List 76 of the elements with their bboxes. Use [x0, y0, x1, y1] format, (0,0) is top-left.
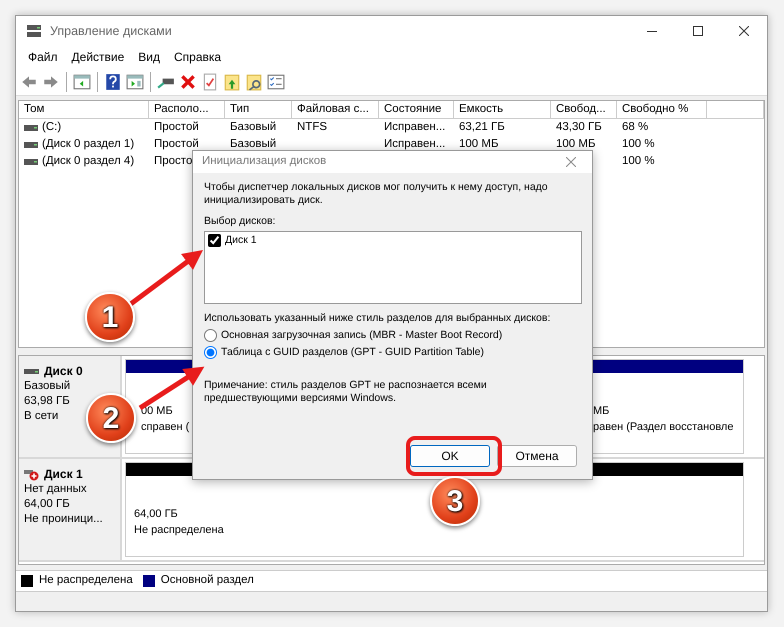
table-cell: Базовый	[230, 121, 276, 133]
dialog-message: Чтобы диспетчер локальных дисков мог получить к нему доступ, надо инициализировать диск.	[204, 181, 549, 207]
disk-app-icon	[26, 24, 42, 38]
table-cell: Просто	[154, 155, 192, 167]
close-icon[interactable]	[739, 26, 749, 36]
disk-info: Не проиници...	[24, 512, 103, 527]
radio-button[interactable]	[204, 346, 217, 359]
partition-block[interactable]: МБ равен (Раздел восстановле	[590, 359, 744, 454]
list-item[interactable]: Диск 1	[225, 234, 257, 247]
table-cell: 63,21 ГБ	[459, 121, 505, 133]
partition-size: 64,00 ГБ	[134, 507, 179, 522]
radio-label[interactable]: Основная загрузочная запись (MBR - Master Boot Record)	[221, 329, 502, 342]
drive-icon	[24, 140, 38, 148]
dialog-title: Инициализация дисков	[202, 154, 326, 170]
column-header[interactable]: Емкость	[454, 101, 551, 118]
legend-label: Основной раздел	[160, 573, 254, 588]
table-cell: 100 %	[622, 155, 655, 167]
column-header[interactable]: Том	[19, 101, 149, 118]
disk-info: 63,98 ГБ	[24, 394, 70, 409]
disk-info: Базовый	[24, 379, 70, 394]
column-header[interactable]: Состояние	[379, 101, 454, 118]
legend-label: Не распределена	[39, 573, 133, 588]
column-header[interactable]: Тип	[225, 101, 292, 118]
disk-info: Нет данных	[24, 482, 87, 497]
option-label: Использовать указанный ниже стиль разделов для выбранных дисков:	[204, 312, 552, 325]
column-header[interactable]: Файловая с...	[292, 101, 379, 118]
field-label: Выбор дисков:	[204, 215, 276, 228]
menu-item[interactable]: Действие	[66, 48, 130, 66]
column-header[interactable]: Свободно %	[617, 101, 707, 118]
action-pane-icon[interactable]	[126, 72, 144, 90]
partition-status: равен (Раздел восстановле	[593, 420, 734, 435]
radio-button[interactable]	[204, 329, 217, 342]
table-cell: 100 МБ	[459, 138, 499, 150]
table-cell: 100 МБ	[556, 138, 596, 150]
disk-name: Диск 1	[44, 467, 83, 482]
note-text: Примечание: стиль разделов GPT не распознается всеми предшествующими версиями Windows.	[204, 379, 488, 405]
table-cell-text: (Диск 0 раздел 1)	[42, 137, 134, 152]
drive-icon	[24, 158, 38, 166]
checkbox[interactable]	[208, 234, 221, 247]
partition-size: МБ	[593, 404, 610, 419]
drive-icon	[24, 124, 38, 132]
table-cell-text: (C:)	[42, 120, 62, 135]
menu-item[interactable]: Вид	[132, 48, 166, 66]
disk-info: 64,00 ГБ	[24, 497, 70, 512]
table-cell: NTFS	[297, 121, 328, 133]
table-cell: Базовый	[230, 138, 276, 150]
disk-info: В сети	[24, 409, 58, 424]
table-cell: 100 %	[622, 138, 655, 150]
maximize-icon[interactable]	[693, 26, 703, 36]
folder-up-icon[interactable]	[223, 72, 241, 90]
menu-item[interactable]: Файл	[22, 48, 64, 66]
table-cell-text: (Диск 0 раздел 4)	[42, 154, 134, 169]
disk-list[interactable]: Диск 1	[204, 231, 582, 304]
disk-name: Диск 0	[44, 364, 83, 379]
table-cell: 68 %	[622, 121, 648, 133]
menu-item[interactable]: Справка	[168, 48, 228, 66]
column-header[interactable]: Свобод...	[551, 101, 617, 118]
checklist-icon[interactable]	[267, 72, 285, 90]
table-cell: Простой	[154, 138, 199, 150]
minimize-icon[interactable]	[647, 30, 657, 32]
console-tree-icon[interactable]	[73, 72, 91, 90]
column-header[interactable]: Располо...	[149, 101, 225, 118]
partition-status: Не распределена	[134, 523, 225, 538]
cancel-button[interactable]: Отмена	[497, 445, 577, 467]
ok-button[interactable]: OK	[410, 445, 490, 467]
table-cell: Исправен...	[384, 138, 446, 150]
delete-icon[interactable]	[179, 72, 197, 90]
table-cell: Простой	[154, 121, 199, 133]
partition-status: справен (	[141, 420, 190, 435]
radio-label[interactable]: Таблица с GUID разделов (GPT - GUID Partition Table)	[221, 346, 484, 359]
table-cell: Исправен...	[384, 121, 446, 133]
table-cell: 43,30 ГБ	[556, 121, 602, 133]
folder-search-icon[interactable]	[245, 72, 263, 90]
window-title: Управление дисками	[50, 22, 172, 40]
checked-page-icon[interactable]	[201, 72, 219, 90]
help-icon[interactable]	[104, 72, 122, 90]
